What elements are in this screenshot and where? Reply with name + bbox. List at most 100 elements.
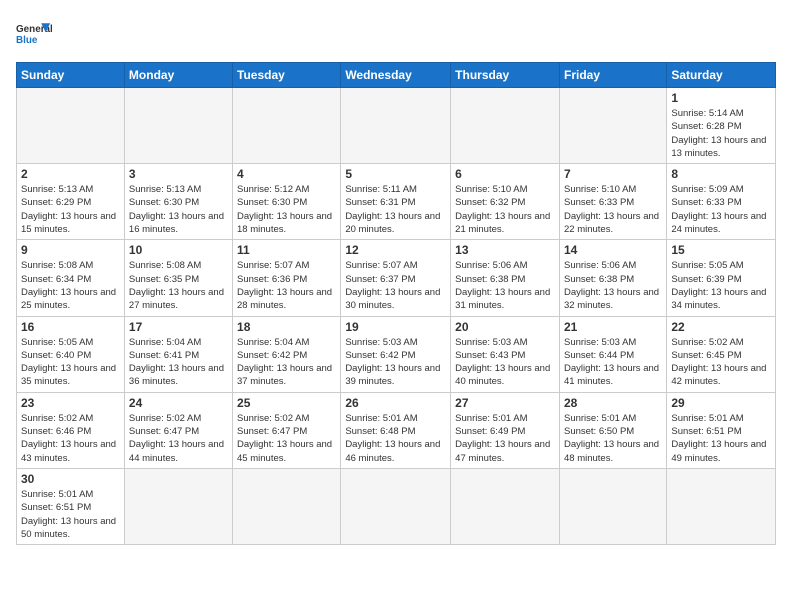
day-info-line: Sunset: 6:35 PM [129, 274, 199, 285]
day-info: Sunrise: 5:02 AM Sunset: 6:46 PM Daylight:… [21, 412, 120, 465]
day-number: 19 [345, 320, 446, 334]
calendar-day-cell: 22Sunrise: 5:02 AMSunset: 6:45 PMDayligh… [667, 316, 776, 392]
day-info-line: Sunrise: 5:03 AM [564, 337, 636, 348]
day-of-week-wednesday: Wednesday [341, 63, 451, 88]
calendar-day-cell: 8 Sunrise: 5:09 AM Sunset: 6:33 PM Daylight… [667, 164, 776, 240]
calendar-day-cell: 9Sunrise: 5:08 AMSunset: 6:34 PMDaylight… [17, 240, 125, 316]
day-info-line: Sunset: 6:33 PM [671, 197, 741, 208]
calendar-day-cell: 19Sunrise: 5:03 AMSunset: 6:42 PMDayligh… [341, 316, 451, 392]
calendar-header-row: SundayMondayTuesdayWednesdayThursdayFrid… [17, 63, 776, 88]
day-info-line: Sunrise: 5:01 AM [345, 413, 417, 424]
day-number: 1 [671, 91, 771, 105]
logo-icon: General Blue [16, 16, 52, 52]
day-info-line: Sunrise: 5:10 AM [455, 184, 527, 195]
day-info-line: Sunrise: 5:02 AM [129, 413, 201, 424]
day-info-line: Sunset: 6:49 PM [455, 426, 525, 437]
day-info-line: Daylight: 13 hours and 37 minutes. [237, 363, 332, 387]
calendar-day-cell: 12Sunrise: 5:07 AMSunset: 6:37 PMDayligh… [341, 240, 451, 316]
day-info-line: Sunrise: 5:14 AM [671, 108, 743, 119]
day-info-line: Daylight: 13 hours and 30 minutes. [345, 287, 440, 311]
day-info: Sunrise: 5:11 AMSunset: 6:31 PMDaylight:… [345, 183, 446, 236]
day-info-line: Sunrise: 5:02 AM [21, 413, 93, 424]
svg-text:Blue: Blue [16, 35, 38, 46]
day-info-line: Daylight: 13 hours and 49 minutes. [671, 439, 766, 463]
day-info-line: Sunset: 6:31 PM [345, 197, 415, 208]
calendar-day-cell [124, 468, 232, 544]
day-info: Sunrise: 5:01 AMSunset: 6:51 PMDaylight:… [671, 412, 771, 465]
day-info-line: Sunrise: 5:09 AM [671, 184, 743, 195]
day-info-line: Daylight: 13 hours and 32 minutes. [564, 287, 659, 311]
day-of-week-saturday: Saturday [667, 63, 776, 88]
calendar-day-cell: 1Sunrise: 5:14 AMSunset: 6:28 PMDaylight… [667, 88, 776, 164]
day-of-week-friday: Friday [559, 63, 666, 88]
day-info-line: Sunset: 6:47 PM [129, 426, 199, 437]
calendar-day-cell: 11Sunrise: 5:07 AMSunset: 6:36 PMDayligh… [233, 240, 341, 316]
day-info: Sunrise: 5:05 AMSunset: 6:39 PMDaylight:… [671, 259, 771, 312]
day-info-line: Sunset: 6:34 PM [21, 274, 91, 285]
day-info-line: Sunset: 6:36 PM [237, 274, 307, 285]
day-info: Sunrise: 5:02 AM Sunset: 6:47 PM Daylight:… [129, 412, 228, 465]
day-info-line: Daylight: 13 hours and 27 minutes. [129, 287, 224, 311]
day-info-line: Sunset: 6:32 PM [455, 197, 525, 208]
day-info-line: Sunrise: 5:04 AM [237, 337, 309, 348]
calendar-week-row: 30Sunrise: 5:01 AMSunset: 6:51 PMDayligh… [17, 468, 776, 544]
day-number: 3 [129, 167, 228, 181]
day-info-line: Sunset: 6:28 PM [671, 121, 741, 132]
day-info: Sunrise: 5:13 AMSunset: 6:29 PMDaylight:… [21, 183, 120, 236]
day-info-line: Daylight: 13 hours and 21 minutes. [455, 211, 550, 235]
calendar-day-cell: 15Sunrise: 5:05 AMSunset: 6:39 PMDayligh… [667, 240, 776, 316]
day-info-line: Sunrise: 5:01 AM [455, 413, 527, 424]
day-info-line: Sunrise: 5:06 AM [564, 260, 636, 271]
day-info-line: Daylight: 13 hours and 22 minutes. [564, 211, 659, 235]
day-info: Sunrise: 5:03 AMSunset: 6:43 PMDaylight:… [455, 336, 555, 389]
day-info-line: Sunrise: 5:03 AM [455, 337, 527, 348]
calendar-day-cell: 4Sunrise: 5:12 AMSunset: 6:30 PMDaylight… [233, 164, 341, 240]
day-info-line: Sunrise: 5:06 AM [455, 260, 527, 271]
day-info-line: Sunset: 6:40 PM [21, 350, 91, 361]
calendar-week-row: 23Sunrise: 5:02 AMSunset: 6:46 PMDayligh… [17, 392, 776, 468]
calendar-day-cell: 30Sunrise: 5:01 AMSunset: 6:51 PMDayligh… [17, 468, 125, 544]
day-info: Sunrise: 5:03 AMSunset: 6:44 PMDaylight:… [564, 336, 662, 389]
day-info: Sunrise: 5:05 AMSunset: 6:40 PMDaylight:… [21, 336, 120, 389]
day-number: 22 [671, 320, 771, 334]
day-number: 21 [564, 320, 662, 334]
day-info: Sunrise: 5:04 AMSunset: 6:41 PMDaylight:… [129, 336, 228, 389]
day-info-line: Sunrise: 5:08 AM [129, 260, 201, 271]
day-info-line: Daylight: 13 hours and 43 minutes. [21, 439, 116, 463]
day-number: 20 [455, 320, 555, 334]
calendar-day-cell [341, 468, 451, 544]
day-info-line: Daylight: 13 hours and 36 minutes. [129, 363, 224, 387]
day-number: 8 [671, 167, 771, 181]
day-of-week-sunday: Sunday [17, 63, 125, 88]
day-number: 17 [129, 320, 228, 334]
day-number: 26 [345, 396, 446, 410]
day-number: 28 [564, 396, 662, 410]
day-info-line: Daylight: 13 hours and 35 minutes. [21, 363, 116, 387]
day-info-line: Sunset: 6:46 PM [21, 426, 91, 437]
day-info-line: Sunrise: 5:05 AM [671, 260, 743, 271]
calendar-week-row: 16Sunrise: 5:05 AMSunset: 6:40 PMDayligh… [17, 316, 776, 392]
day-info-line: Daylight: 13 hours and 24 minutes. [671, 211, 766, 235]
day-info-line: Daylight: 13 hours and 44 minutes. [129, 439, 224, 463]
day-number: 24 [129, 396, 228, 410]
calendar-day-cell: 24 Sunrise: 5:02 AM Sunset: 6:47 PM Dayligh… [124, 392, 232, 468]
day-info: Sunrise: 5:04 AMSunset: 6:42 PMDaylight:… [237, 336, 336, 389]
day-info-line: Sunrise: 5:08 AM [21, 260, 93, 271]
day-info-line: Sunset: 6:50 PM [564, 426, 634, 437]
day-info-line: Sunset: 6:41 PM [129, 350, 199, 361]
calendar-week-row: 9Sunrise: 5:08 AMSunset: 6:34 PMDaylight… [17, 240, 776, 316]
day-info-line: Sunrise: 5:01 AM [671, 413, 743, 424]
day-info-line: Sunrise: 5:07 AM [237, 260, 309, 271]
calendar-day-cell: 6Sunrise: 5:10 AMSunset: 6:32 PMDaylight… [451, 164, 560, 240]
day-info-line: Sunset: 6:48 PM [345, 426, 415, 437]
day-info: Sunrise: 5:09 AM Sunset: 6:33 PM Daylight:… [671, 183, 771, 236]
calendar-day-cell: 5Sunrise: 5:11 AMSunset: 6:31 PMDaylight… [341, 164, 451, 240]
day-number: 25 [237, 396, 336, 410]
day-info-line: Sunset: 6:33 PM [564, 197, 634, 208]
day-info-line: Sunset: 6:47 PM [237, 426, 307, 437]
day-number: 7 [564, 167, 662, 181]
day-info: Sunrise: 5:07 AMSunset: 6:36 PMDaylight:… [237, 259, 336, 312]
day-info-line: Daylight: 13 hours and 31 minutes. [455, 287, 550, 311]
day-info-line: Daylight: 13 hours and 34 minutes. [671, 287, 766, 311]
day-info-line: Sunrise: 5:10 AM [564, 184, 636, 195]
